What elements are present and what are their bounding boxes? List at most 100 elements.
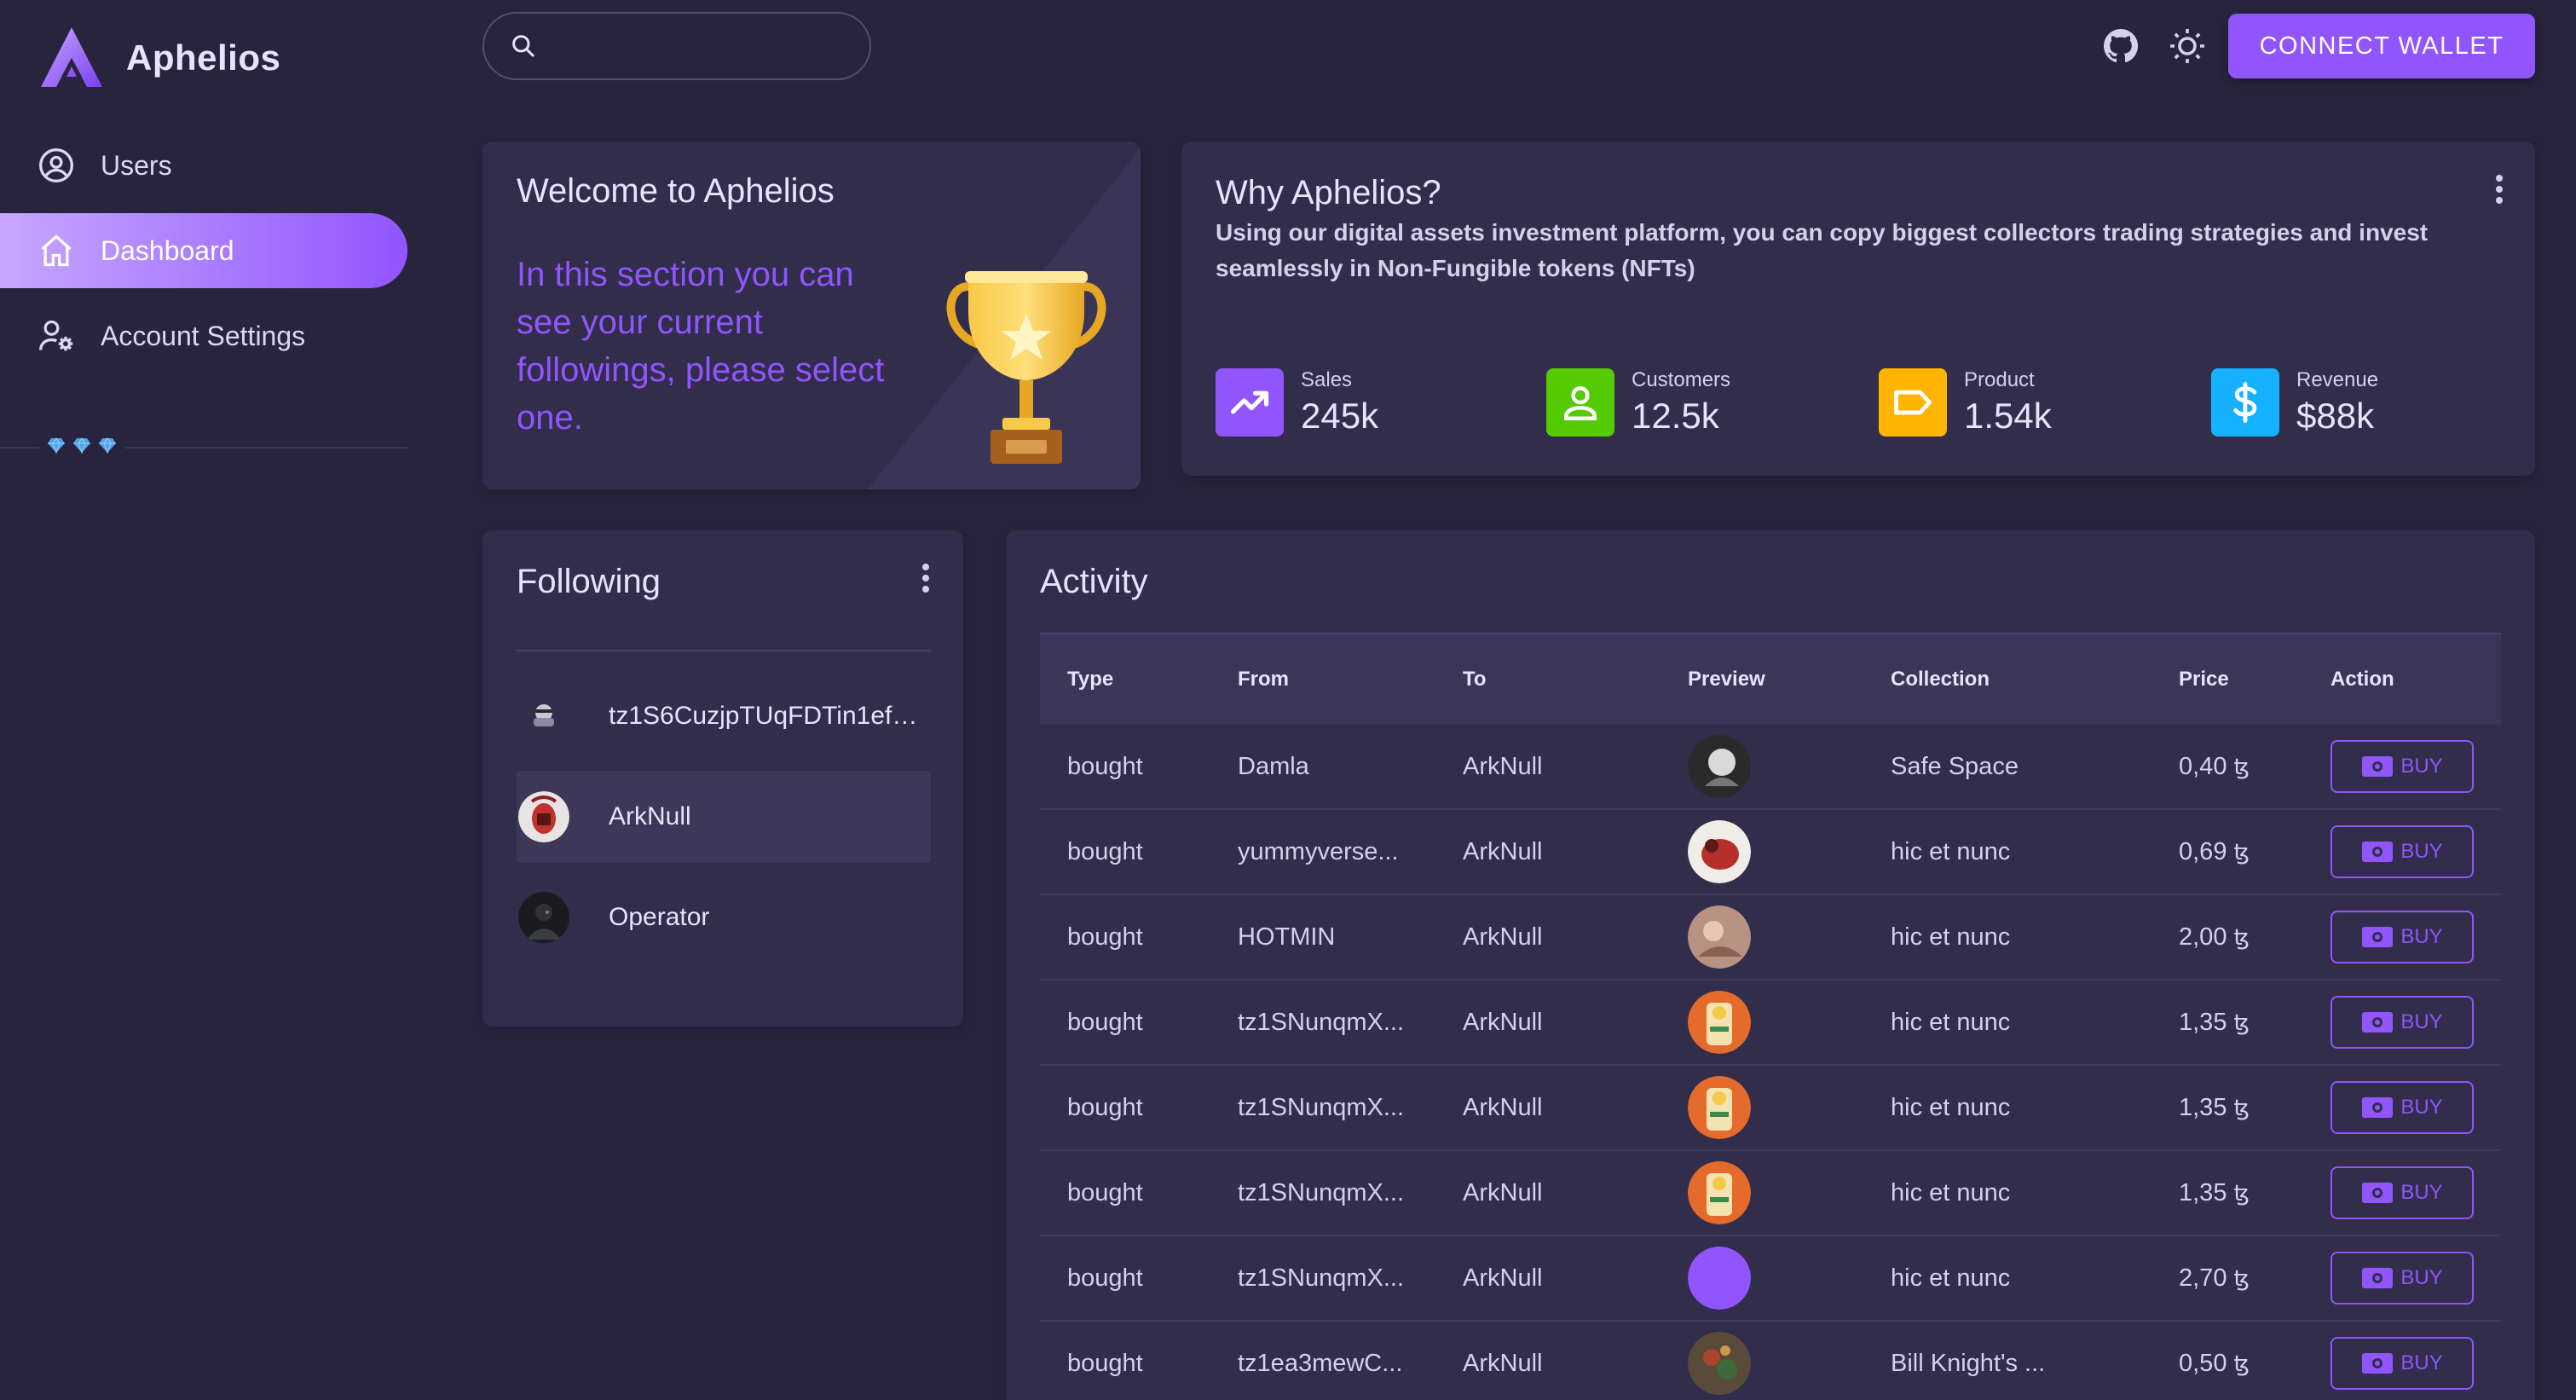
cell-collection[interactable]: hic et nunc	[1891, 1009, 2010, 1037]
cell-from[interactable]: Damla	[1238, 753, 1309, 781]
following-item[interactable]: tz1S6CuzjpTUqFDTin1efBa...	[517, 670, 931, 762]
cell-collection[interactable]: hic et nunc	[1891, 1264, 2010, 1293]
diamond-icon	[99, 437, 116, 454]
sidebar-item-users[interactable]: Users	[0, 128, 407, 203]
nft-preview-image[interactable]	[1688, 905, 1751, 969]
cell-from[interactable]: tz1SNunqmX...	[1238, 1264, 1404, 1293]
user-circle-icon	[39, 148, 73, 182]
buy-button[interactable]: BUY	[2331, 1337, 2474, 1390]
cell-collection[interactable]: hic et nunc	[1891, 1094, 2010, 1122]
column-header-collection[interactable]: Collection	[1891, 668, 1990, 691]
column-header-type[interactable]: Type	[1067, 668, 1113, 691]
stat-value: 1.54k	[1964, 396, 2052, 436]
price-value: 1,35	[2179, 1178, 2227, 1206]
nft-preview-image[interactable]	[1688, 1161, 1751, 1224]
cell-price: 1,35 ꜩ	[2179, 1179, 2250, 1207]
cell-to[interactable]: ArkNull	[1463, 753, 1542, 781]
stat-value: 12.5k	[1632, 396, 1719, 436]
following-item[interactable]: ArkNull	[517, 771, 931, 863]
buy-button[interactable]: BUY	[2331, 996, 2474, 1049]
cell-to[interactable]: ArkNull	[1463, 1009, 1542, 1037]
nft-preview-image[interactable]	[1688, 1332, 1751, 1395]
cell-collection[interactable]: hic et nunc	[1891, 1179, 2010, 1207]
column-header-action[interactable]: Action	[2331, 668, 2394, 691]
activity-title: Activity	[1040, 563, 1148, 600]
tezos-currency-icon: ꜩ	[2233, 1350, 2250, 1376]
buy-button[interactable]: BUY	[2331, 1166, 2474, 1219]
cell-from[interactable]: yummyverse...	[1238, 838, 1399, 866]
cell-to[interactable]: ArkNull	[1463, 1179, 1542, 1207]
following-name: tz1S6CuzjpTUqFDTin1efBa...	[609, 702, 931, 730]
avatar	[518, 892, 569, 943]
search-bar[interactable]	[482, 12, 871, 80]
cell-to[interactable]: ArkNull	[1463, 838, 1542, 866]
trophy-icon	[946, 271, 1106, 464]
buy-button[interactable]: BUY	[2331, 1081, 2474, 1134]
cell-to[interactable]: ArkNull	[1463, 1094, 1542, 1122]
cell-collection[interactable]: Safe Space	[1891, 753, 2019, 781]
cell-price: 0,50 ꜩ	[2179, 1350, 2250, 1378]
more-options-icon[interactable]	[2482, 172, 2516, 206]
stat-label: Customers	[1632, 368, 1731, 391]
cell-to[interactable]: ArkNull	[1463, 1350, 1542, 1378]
why-title: Why Aphelios?	[1216, 174, 1441, 211]
stat-label: Sales	[1301, 368, 1353, 391]
cell-from[interactable]: tz1SNunqmX...	[1238, 1009, 1404, 1037]
theme-toggle-icon[interactable]	[2167, 26, 2208, 67]
price-value: 0,69	[2179, 837, 2227, 865]
tezos-currency-icon: ꜩ	[2233, 1179, 2250, 1206]
nft-preview-image[interactable]	[1688, 735, 1751, 798]
sidebar-item-account-settings[interactable]: Account Settings	[0, 298, 407, 373]
cell-from[interactable]: tz1ea3mewC...	[1238, 1350, 1402, 1378]
nft-preview-image[interactable]	[1688, 1247, 1751, 1310]
stat-product: Product 1.54k	[1879, 368, 2052, 437]
following-name: Operator	[609, 903, 710, 931]
column-header-price[interactable]: Price	[2179, 668, 2229, 691]
trending-up-icon	[1216, 368, 1284, 437]
following-item[interactable]: Operator	[517, 871, 931, 963]
search-input[interactable]	[551, 32, 858, 60]
table-row: bought tz1SNunqmX... ArkNull hic et nunc 1,3…	[1040, 1151, 2501, 1236]
cash-icon	[2362, 842, 2394, 862]
buy-button[interactable]: BUY	[2331, 1252, 2474, 1305]
cell-from[interactable]: HOTMIN	[1238, 923, 1335, 952]
column-header-from[interactable]: From	[1238, 668, 1289, 691]
buy-button[interactable]: BUY	[2331, 911, 2474, 963]
more-options-icon[interactable]	[909, 561, 943, 595]
price-value: 2,70	[2179, 1264, 2227, 1292]
following-name: ArkNull	[609, 802, 691, 830]
cell-price: 1,35 ꜩ	[2179, 1094, 2250, 1122]
cash-icon	[2362, 756, 2394, 777]
column-header-preview[interactable]: Preview	[1688, 668, 1765, 691]
cell-from[interactable]: tz1SNunqmX...	[1238, 1179, 1404, 1207]
cell-collection[interactable]: Bill Knight's ...	[1891, 1350, 2045, 1378]
stat-revenue: Revenue $88k	[2211, 368, 2378, 437]
nft-preview-image[interactable]	[1688, 991, 1751, 1054]
cash-icon	[2362, 1353, 2394, 1374]
cell-collection[interactable]: hic et nunc	[1891, 838, 2010, 866]
cell-from[interactable]: tz1SNunqmX...	[1238, 1094, 1404, 1122]
cell-type: bought	[1067, 837, 1143, 865]
column-header-to[interactable]: To	[1463, 668, 1487, 691]
connect-wallet-button[interactable]: CONNECT WALLET	[2228, 14, 2535, 78]
cell-collection[interactable]: hic et nunc	[1891, 923, 2010, 952]
buy-label: BUY	[2400, 1351, 2443, 1374]
cell-to[interactable]: ArkNull	[1463, 923, 1542, 952]
buy-button[interactable]: BUY	[2331, 825, 2474, 878]
why-card: Why Aphelios? Using our digital assets i…	[1181, 142, 2535, 476]
price-value: 1,35	[2179, 1008, 2227, 1036]
cell-price: 2,00 ꜩ	[2179, 923, 2250, 952]
cell-type: bought	[1067, 752, 1143, 780]
table-row: bought tz1SNunqmX... ArkNull hic et nunc 2,7…	[1040, 1236, 2501, 1322]
nft-preview-image[interactable]	[1688, 820, 1751, 883]
sidebar-item-dashboard[interactable]: Dashboard	[0, 213, 407, 288]
cell-type: bought	[1067, 1264, 1143, 1292]
tezos-currency-icon: ꜩ	[2233, 838, 2250, 865]
cell-to[interactable]: ArkNull	[1463, 1264, 1542, 1293]
brand[interactable]: Aphelios	[38, 24, 280, 92]
github-icon[interactable]	[2100, 26, 2141, 67]
buy-button[interactable]: BUY	[2331, 740, 2474, 793]
following-divider	[517, 650, 931, 651]
avatar	[518, 791, 569, 842]
nft-preview-image[interactable]	[1688, 1076, 1751, 1139]
